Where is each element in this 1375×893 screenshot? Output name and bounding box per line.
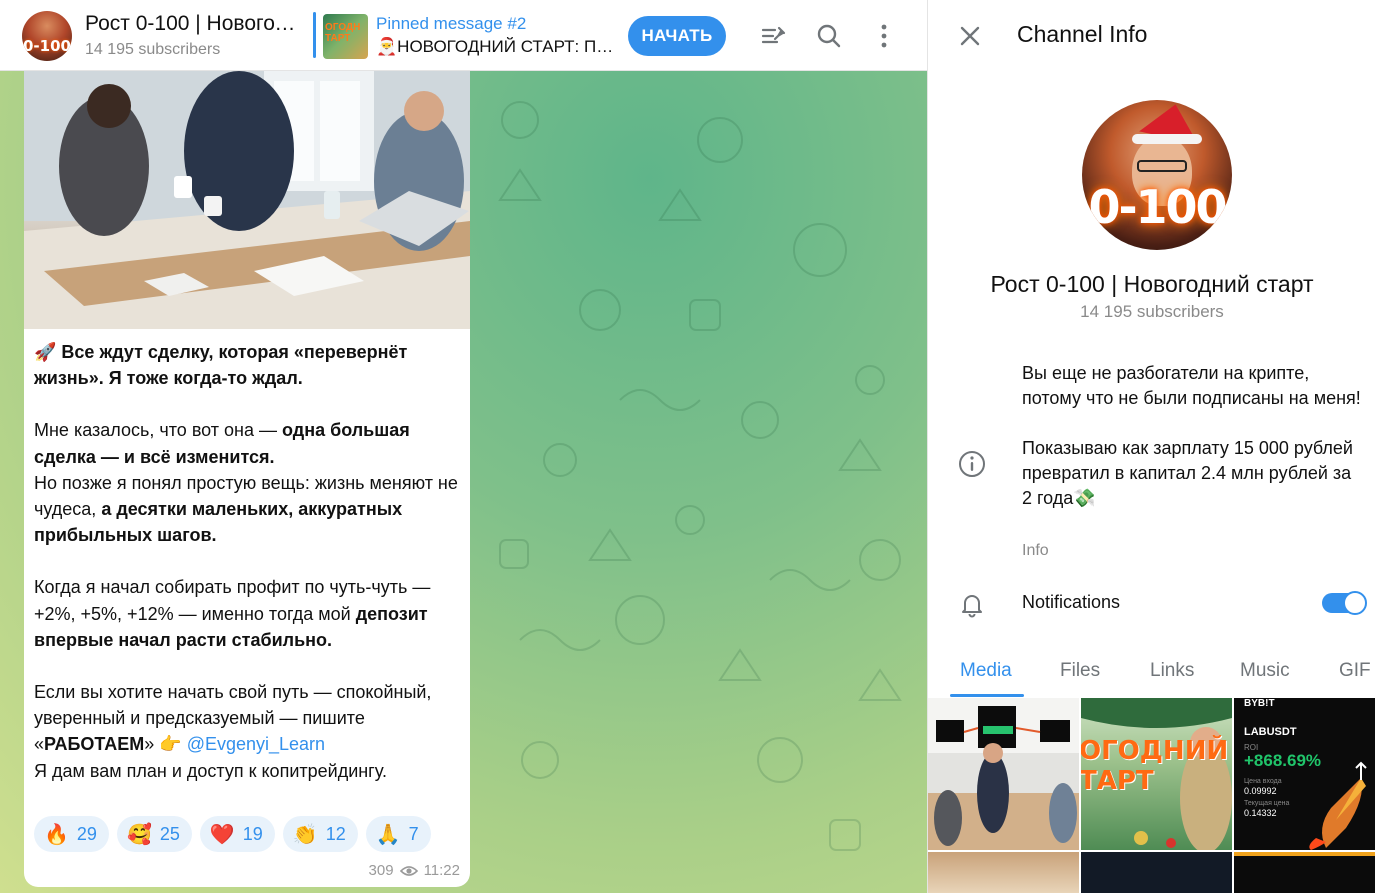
channel-subscribers: 14 195 subscribers — [85, 41, 221, 58]
message-time: 11:22 — [423, 862, 460, 879]
media-tile-text: ОГОДНИЙ ТАРТ — [1081, 736, 1229, 796]
more-options-icon[interactable] — [870, 22, 898, 50]
media-tile[interactable]: ОГОДНИЙ ТАРТ — [1081, 698, 1232, 850]
message-paragraph-3: Когда я начал собирать профит по чуть-чу… — [34, 577, 431, 650]
reaction-love-face[interactable]: 🥰 25 — [116, 816, 192, 852]
media-tile[interactable] — [1234, 852, 1375, 893]
santa-hat-brim — [1132, 134, 1202, 144]
media-tile[interactable]: BYB!T LABUSDT ROI +868.69% Цена входа 0.… — [1234, 698, 1375, 850]
channel-description: Вы еще не разбогатели на крипте, потому … — [1022, 361, 1362, 511]
tab-files[interactable]: Files — [1060, 660, 1100, 682]
views-count: 309 — [368, 862, 394, 879]
reaction-emoji: ❤️ — [209, 823, 235, 846]
notifications-label[interactable]: Notifications — [1022, 592, 1120, 613]
start-button[interactable]: НАЧАТЬ — [628, 16, 726, 56]
message-paragraph-2: Мне казалось, что вот она — одна большая… — [34, 420, 458, 546]
reaction-emoji: 🥰 — [126, 823, 152, 846]
reaction-count: 7 — [408, 823, 419, 844]
reaction-count: 19 — [242, 823, 263, 844]
tab-links[interactable]: Links — [1150, 660, 1194, 682]
entry-price: 0.09992 — [1244, 786, 1277, 796]
message-paragraph-1: 🚀 Все ждут сделку, которая «перевернёт ж… — [34, 342, 408, 389]
chat-pane: 0-100 Рост 0-100 | Новогодний старт 14 1… — [0, 0, 927, 893]
channel-subscribers-count: 14 195 subscribers — [1080, 302, 1224, 321]
message-paragraph-4[interactable]: Если вы хотите начать свой путь — спокой… — [34, 679, 459, 784]
reaction-fire[interactable]: 🔥 29 — [34, 816, 109, 852]
telegram-app: 0-100 Рост 0-100 | Новогодний старт 14 1… — [0, 0, 1375, 893]
tab-gif[interactable]: GIF — [1339, 660, 1371, 682]
bybit-brand: BYB!T — [1244, 698, 1275, 709]
pinned-indicator-bar — [313, 12, 316, 58]
reaction-pray[interactable]: 🙏 7 — [365, 816, 431, 852]
message-photo[interactable] — [24, 71, 470, 329]
reaction-emoji: 🙏 — [375, 823, 401, 846]
media-tile[interactable] — [928, 698, 1079, 850]
media-tabs: Media Files Links Music GIF — [928, 660, 1375, 698]
message-bubble[interactable]: 🚀 Все ждут сделку, которая «перевернёт ж… — [24, 71, 470, 887]
channel-title[interactable]: Рост 0-100 | Новогодний старт — [85, 12, 300, 36]
description-line-1: Вы еще не разбогатели на крипте, потому … — [1022, 363, 1361, 408]
current-price-label: Текущая цена — [1244, 800, 1290, 807]
avatar-glasses — [1137, 160, 1187, 172]
reaction-emoji: 🔥 — [44, 823, 69, 846]
rocket-icon — [1309, 761, 1367, 850]
bell-icon — [958, 590, 986, 618]
active-tab-indicator — [950, 694, 1024, 697]
panel-title: Channel Info — [1017, 21, 1148, 47]
media-grid: ОГОДНИЙ ТАРТ BYB!T LABUSDT ROI +868.69% … — [928, 698, 1375, 893]
pinned-thumbnail[interactable]: ОГОДН ТАРТ — [323, 14, 368, 59]
reaction-count: 25 — [159, 823, 180, 844]
entry-price-label: Цена входа — [1244, 778, 1282, 785]
eye-icon — [399, 865, 418, 876]
search-icon[interactable] — [815, 22, 843, 50]
media-tile[interactable] — [928, 852, 1079, 893]
reaction-emoji: 👏 — [292, 823, 318, 846]
trade-pair: LABUSDT — [1244, 726, 1297, 738]
info-icon — [958, 450, 986, 478]
pinned-message-label[interactable]: Pinned message #2 — [376, 14, 526, 34]
pinned-list-icon[interactable] — [760, 22, 788, 50]
pinned-thumbnail-text: ОГОДН ТАРТ — [325, 22, 361, 44]
message-text: 🚀 Все ждут сделку, которая «перевернёт ж… — [34, 339, 459, 810]
reaction-clap[interactable]: 👏 12 — [282, 816, 358, 852]
reactions-bar: 🔥 29 🥰 25 ❤️ 19 👏 12 🙏 7 — [34, 816, 431, 852]
tab-music[interactable]: Music — [1240, 660, 1290, 682]
channel-avatar-large[interactable]: 0-100 — [1082, 100, 1232, 250]
chat-header: 0-100 Рост 0-100 | Новогодний старт 14 1… — [0, 0, 927, 71]
toggle-knob — [1343, 591, 1367, 615]
description-line-2: Показываю как зарплату 15 000 рублей пре… — [1022, 438, 1353, 508]
channel-avatar-text: 0-100 — [23, 37, 71, 55]
reaction-heart[interactable]: ❤️ 19 — [199, 816, 275, 852]
reaction-count: 29 — [76, 823, 97, 844]
current-price: 0.14332 — [1244, 808, 1277, 818]
close-icon[interactable] — [956, 22, 984, 50]
channel-name: Рост 0-100 | Новогодний старт — [990, 271, 1314, 297]
pinned-message-text[interactable]: 🎅НОВОГОДНИЙ СТАРТ: ПЕРВЫЕ — [376, 37, 621, 57]
media-tile[interactable] — [1081, 852, 1232, 893]
reaction-count: 12 — [325, 823, 346, 844]
channel-avatar-large-text: 0-100 — [1088, 180, 1227, 234]
notifications-toggle[interactable] — [1322, 591, 1367, 615]
channel-info-panel: Channel Info 0-100 Рост 0-100 | Новогодн… — [927, 0, 1375, 893]
channel-avatar[interactable]: 0-100 — [22, 11, 72, 61]
tab-media[interactable]: Media — [960, 660, 1012, 682]
info-label: Info — [1022, 542, 1049, 559]
message-meta: 309 11:22 — [369, 862, 460, 879]
